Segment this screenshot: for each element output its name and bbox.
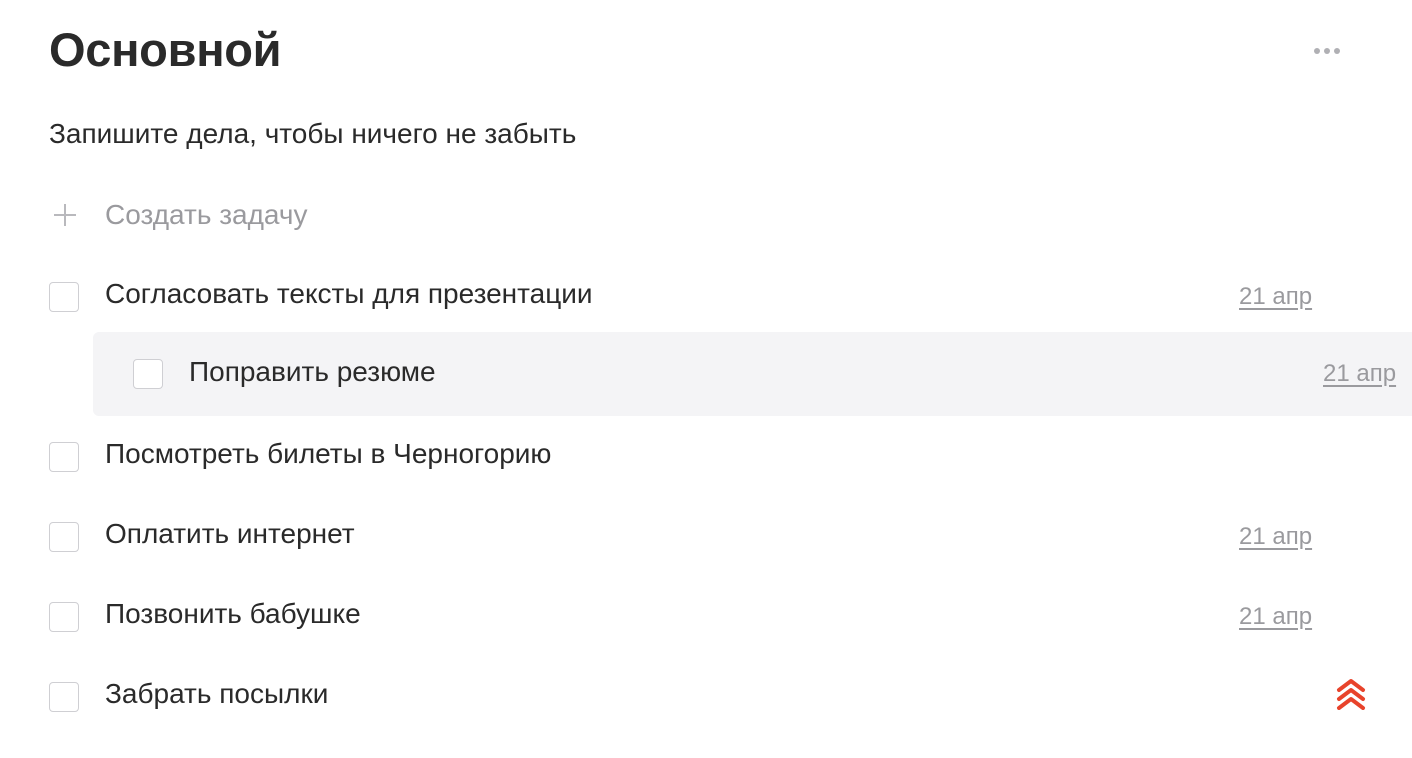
task-label: Поправить резюме: [189, 356, 436, 387]
create-task-button[interactable]: Создать задачу: [49, 192, 307, 238]
task-checkbox[interactable]: [133, 359, 163, 389]
more-options-button[interactable]: [1308, 38, 1346, 64]
task-due-date[interactable]: 21 апр: [1323, 359, 1396, 389]
task-checkbox[interactable]: [49, 682, 79, 712]
plus-icon: [49, 199, 81, 231]
task-row[interactable]: Оплатить интернет 21 апр: [0, 496, 1412, 576]
task-checkbox[interactable]: [49, 522, 79, 552]
more-dots-icon-dot: [1334, 48, 1340, 54]
task-label: Позвонить бабушке: [105, 598, 361, 629]
task-due-date[interactable]: 21 апр: [1239, 282, 1312, 312]
list-subtitle: Запишите дела, чтобы ничего не забыть: [49, 118, 577, 149]
high-priority-chevrons-icon[interactable]: [1335, 678, 1367, 710]
task-checkbox[interactable]: [49, 602, 79, 632]
create-task-label: Создать задачу: [105, 199, 308, 230]
task-row[interactable]: Согласовать тексты для презентации 21 ап…: [0, 256, 1412, 336]
subtask-row[interactable]: Поправить резюме 21 апр: [93, 332, 1412, 416]
task-row[interactable]: Забрать посылки: [0, 656, 1412, 736]
task-checkbox[interactable]: [49, 282, 79, 312]
task-checkbox[interactable]: [49, 442, 79, 472]
task-due-date[interactable]: 21 апр: [1239, 602, 1312, 632]
task-label: Согласовать тексты для презентации: [105, 278, 593, 309]
task-label: Оплатить интернет: [105, 518, 355, 549]
task-due-date[interactable]: 21 апр: [1239, 522, 1312, 552]
task-list-page: Основной Запишите дела, чтобы ничего не …: [0, 0, 1412, 758]
task-row[interactable]: Посмотреть билеты в Черногорию: [0, 416, 1412, 496]
task-label: Посмотреть билеты в Черногорию: [105, 438, 552, 469]
task-label: Забрать посылки: [105, 678, 329, 709]
page-title: Основной: [49, 23, 282, 76]
more-dots-icon-dot: [1324, 48, 1330, 54]
task-row[interactable]: Позвонить бабушке 21 апр: [0, 576, 1412, 656]
more-dots-icon: [1314, 48, 1320, 54]
